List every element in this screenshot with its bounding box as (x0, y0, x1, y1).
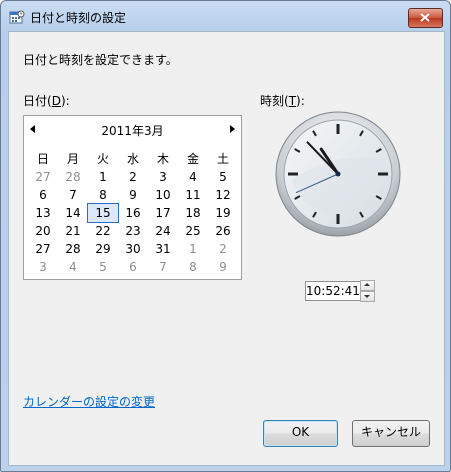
time-label: 時刻(T): (260, 92, 305, 109)
calendar-day[interactable]: 2 (118, 168, 148, 186)
dialog-window: 日付と時刻の設定 日付と時刻を設定できます。 日付(D): 時刻(T): 201… (0, 0, 451, 472)
calendar-day[interactable]: 14 (58, 204, 88, 222)
close-icon (420, 13, 430, 22)
weekday-label: 水 (126, 152, 139, 166)
calendar-day[interactable]: 24 (148, 222, 178, 240)
dialog-client-area: 日付と時刻を設定できます。 日付(D): 時刻(T): 2011年3月 日 月 火 水… (8, 31, 445, 466)
calendar-day[interactable]: 8 (178, 258, 208, 276)
weekday-label: 土 (216, 152, 229, 166)
calendar-day[interactable]: 1 (178, 240, 208, 258)
calendar-clock-icon (9, 10, 25, 24)
calendar-week-row: 6 7 8 9 10 11 12 (28, 186, 238, 204)
calendar-day[interactable]: 6 (118, 258, 148, 276)
calendar-day[interactable]: 9 (208, 258, 238, 276)
window-title: 日付と時刻の設定 (30, 11, 127, 25)
calendar-week-row: 20 21 22 23 24 25 26 (28, 222, 238, 240)
calendar-day[interactable]: 18 (178, 204, 208, 222)
calendar-week-row: 27 28 29 30 31 1 2 (28, 240, 238, 258)
weekday-label: 日 (36, 152, 49, 166)
time-spinner[interactable] (360, 280, 375, 302)
calendar-week-row: 27 28 1 2 3 4 5 (28, 168, 238, 186)
calendar-day[interactable]: 27 (28, 168, 58, 186)
calendar-settings-link[interactable]: カレンダーの設定の変更 (23, 393, 155, 410)
date-label-accesskey: D (51, 94, 61, 108)
calendar-day[interactable]: 7 (58, 186, 88, 204)
weekday-label: 木 (156, 152, 169, 166)
calendar-day[interactable]: 1 (88, 168, 118, 186)
calendar-day[interactable]: 27 (28, 240, 58, 258)
close-button[interactable] (408, 8, 443, 28)
calendar-day[interactable]: 30 (118, 240, 148, 258)
calendar-day[interactable]: 5 (208, 168, 238, 186)
weekday-label: 火 (96, 152, 109, 166)
ok-button[interactable]: OK (263, 420, 338, 447)
time-input[interactable]: 10:52:41 (305, 281, 361, 301)
instruction-text: 日付と時刻を設定できます。 (23, 53, 178, 67)
date-label-prefix: 日付( (23, 94, 52, 108)
calendar-day[interactable]: 19 (208, 204, 238, 222)
calendar-day[interactable]: 7 (148, 258, 178, 276)
spin-up-icon[interactable] (360, 280, 375, 291)
calendar-day[interactable]: 8 (88, 186, 118, 204)
cancel-button[interactable]: キャンセル (352, 420, 430, 447)
calendar-month-title[interactable]: 2011年3月 (24, 122, 241, 139)
time-label-accesskey: T (288, 94, 297, 108)
calendar-day[interactable]: 4 (178, 168, 208, 186)
calendar-day[interactable]: 22 (88, 222, 118, 240)
time-label-suffix: ): (296, 94, 305, 108)
calendar-day[interactable]: 12 (208, 186, 238, 204)
calendar-day[interactable]: 13 (28, 204, 58, 222)
calendar-day[interactable]: 10 (148, 186, 178, 204)
calendar-day-selected[interactable]: 15 (87, 203, 119, 223)
calendar-day[interactable]: 25 (178, 222, 208, 240)
calendar-day[interactable]: 4 (58, 258, 88, 276)
calendar-week-row: 13 14 15 16 17 18 19 (28, 203, 238, 223)
calendar-day[interactable]: 17 (148, 204, 178, 222)
calendar-day[interactable]: 6 (28, 186, 58, 204)
calendar-day[interactable]: 23 (118, 222, 148, 240)
weekday-header-row: 日月火水木金土 (28, 150, 238, 168)
title-bar[interactable]: 日付と時刻の設定 (1, 1, 450, 31)
calendar-day[interactable]: 26 (208, 222, 238, 240)
calendar-day[interactable]: 28 (58, 240, 88, 258)
next-month-icon[interactable] (230, 125, 235, 133)
analog-clock (275, 111, 401, 237)
calendar-day[interactable]: 3 (148, 168, 178, 186)
calendar-day[interactable]: 16 (118, 204, 148, 222)
calendar-day[interactable]: 31 (148, 240, 178, 258)
calendar-day[interactable]: 5 (88, 258, 118, 276)
calendar-header: 2011年3月 (24, 116, 241, 140)
calendar-day[interactable]: 21 (58, 222, 88, 240)
month-calendar[interactable]: 2011年3月 日月火水木金土 27 28 1 2 3 4 5 6 7 8 9 10 11 12 13 14 1… (23, 115, 242, 280)
calendar-day[interactable]: 9 (118, 186, 148, 204)
weekday-label: 金 (186, 152, 199, 166)
calendar-week-row: 3456789 (28, 258, 238, 276)
date-label-suffix: ): (60, 94, 70, 108)
time-input-value: 10:52:41 (306, 284, 360, 298)
time-label-prefix: 時刻( (260, 94, 289, 108)
calendar-day[interactable]: 11 (178, 186, 208, 204)
calendar-day[interactable]: 3 (28, 258, 58, 276)
calendar-day[interactable]: 2 (208, 240, 238, 258)
calendar-day[interactable]: 29 (88, 240, 118, 258)
calendar-day[interactable]: 28 (58, 168, 88, 186)
weekday-label: 月 (66, 152, 79, 166)
calendar-day[interactable]: 20 (28, 222, 58, 240)
date-label: 日付(D): (23, 92, 70, 109)
spin-down-icon[interactable] (360, 291, 375, 302)
